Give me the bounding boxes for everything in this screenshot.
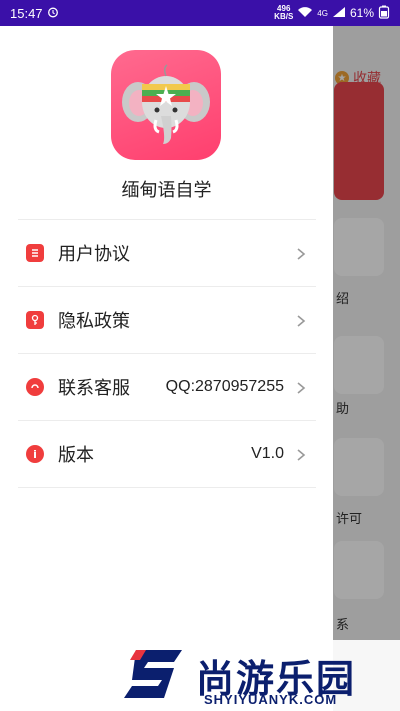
app-name: 缅甸语自学 [121,180,212,201]
info-icon: i [26,445,44,463]
menu-item-label: 版本 [58,445,94,466]
alarm-icon [47,6,59,21]
menu-item-value: V1.0 [251,445,284,462]
status-time: 15:47 [10,5,43,21]
battery-icon [378,5,390,22]
network-type: 4G [317,8,328,18]
elephant-icon [122,64,210,144]
drawer-menu: 用户协议 隐私政策 联系客服 QQ:2870957255 i 版本 V1.0 [18,219,316,488]
menu-item-label: 用户协议 [58,244,130,265]
watermark-en: SHYIYUANYK.COM [204,692,338,707]
menu-item-user-agreement[interactable]: 用户协议 [18,220,316,287]
net-speed-unit: KB/S [274,12,294,21]
watermark-logo-icon [124,650,182,698]
menu-item-label: 隐私政策 [58,311,130,332]
chevron-right-icon [294,246,308,260]
net-speed: 496 KB/S [274,5,293,21]
wifi-icon [297,6,313,21]
privacy-key-icon [26,311,44,329]
document-icon [26,244,44,262]
signal-icon [332,6,346,21]
menu-item-label: 联系客服 [58,378,130,399]
chevron-right-icon [294,313,308,327]
menu-item-version[interactable]: i 版本 V1.0 [18,421,316,488]
status-bar: 15:47 496 KB/S 4G 61% [0,0,400,26]
customer-service-icon [26,378,44,396]
menu-item-contact-support[interactable]: 联系客服 QQ:2870957255 [18,354,316,421]
app-logo [111,50,221,160]
watermark: 尚游乐园 SHYIYUANYK.COM [0,640,400,711]
menu-item-value: QQ:2870957255 [165,378,284,395]
navigation-drawer: 缅甸语自学 用户协议 隐私政策 联系客服 QQ:2870957255 i 版本 … [0,26,333,711]
battery-text: 61% [349,6,374,20]
menu-item-privacy-policy[interactable]: 隐私政策 [18,287,316,354]
chevron-right-icon [294,380,308,394]
chevron-right-icon [294,447,308,461]
